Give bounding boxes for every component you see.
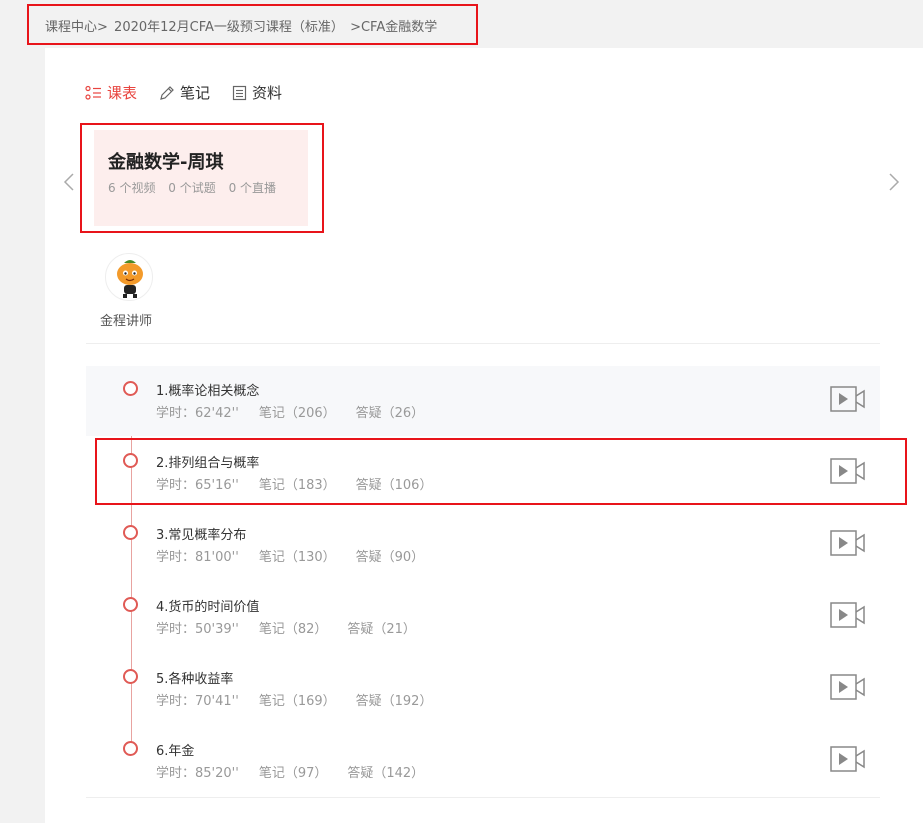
chevron-right-icon — [889, 173, 900, 191]
quiz-count: 0 个试题 — [168, 181, 216, 195]
course-card[interactable]: 金融数学-周琪 6 个视频 0 个试题 0 个直播 — [94, 130, 308, 226]
lesson-meta: 学时：70'41'' 笔记（169） 答疑（192） — [156, 690, 432, 709]
lesson-qa-count: 答疑（106） — [355, 478, 433, 493]
mascot-avatar-image — [117, 260, 143, 298]
pencil-icon — [159, 85, 175, 101]
lesson-title: 3.常见概率分布 — [156, 528, 247, 543]
lesson-duration: 学时：50'39'' — [156, 622, 239, 637]
lesson-item[interactable]: 5.各种收益率 学时：70'41'' 笔记（169） 答疑（192） — [86, 654, 880, 724]
breadcrumb-home-link[interactable]: 课程中心> — [45, 20, 108, 35]
lesson-meta: 学时：85'20'' 笔记（97） 答疑（142） — [156, 762, 424, 781]
lesson-notes-count: 笔记（169） — [258, 694, 336, 709]
video-camera-icon[interactable] — [830, 673, 866, 705]
lesson-duration: 学时：81'00'' — [156, 550, 239, 565]
video-camera-icon[interactable] — [830, 529, 866, 561]
lesson-notes-count: 笔记（183） — [258, 478, 336, 493]
breadcrumb-course-link[interactable]: 2020年12月CFA一级预习课程（标准） — [114, 20, 344, 35]
divider — [86, 797, 880, 798]
lesson-qa-count: 答疑（21） — [347, 622, 416, 637]
lesson-qa-count: 答疑（192） — [355, 694, 433, 709]
video-count: 6 个视频 — [108, 181, 156, 195]
carousel-next-arrow[interactable] — [888, 172, 900, 196]
lesson-duration: 学时：85'20'' — [156, 766, 239, 781]
breadcrumb-current: >CFA金融数学 — [350, 20, 438, 35]
lesson-qa-count: 答疑（90） — [355, 550, 425, 565]
lesson-title: 5.各种收益率 — [156, 672, 234, 687]
lesson-title: 4.货币的时间价值 — [156, 600, 260, 615]
lesson-item[interactable]: 3.常见概率分布 学时：81'00'' 笔记（130） 答疑（90） — [86, 510, 880, 580]
breadcrumb: 课程中心> 2020年12月CFA一级预习课程（标准） >CFA金融数学 — [45, 16, 439, 35]
timeline-dot — [123, 741, 138, 756]
tab-materials-label: 资料 — [252, 84, 283, 102]
lesson-item[interactable]: 6.年金 学时：85'20'' 笔记（97） 答疑（142） — [86, 726, 880, 796]
lesson-item[interactable]: 2.排列组合与概率 学时：65'16'' 笔记（183） 答疑（106） — [86, 438, 880, 508]
course-title: 金融数学-周琪 — [108, 152, 224, 173]
course-stats: 6 个视频 0 个试题 0 个直播 — [108, 179, 285, 196]
timeline-dot — [123, 453, 138, 468]
lesson-notes-count: 笔记（206） — [258, 406, 336, 421]
chevron-left-icon — [63, 173, 74, 191]
lesson-notes-count: 笔记（82） — [258, 622, 328, 637]
tab-notes[interactable]: 笔记 — [159, 82, 210, 103]
lesson-item[interactable]: 1.概率论相关概念 学时：62'42'' 笔记（206） 答疑（26） — [86, 366, 880, 436]
video-camera-icon[interactable] — [830, 385, 866, 417]
lesson-duration: 学时：70'41'' — [156, 694, 239, 709]
lesson-qa-count: 答疑（142） — [347, 766, 425, 781]
timeline-dot — [123, 525, 138, 540]
avatar[interactable] — [105, 253, 153, 301]
course-panel: 课表 笔记 资料 金融数学-周琪 6 个视频 0 个试题 0 个直播 金程讲师 … — [45, 48, 923, 823]
tab-bar: 课表 笔记 资料 — [85, 82, 282, 103]
video-camera-icon[interactable] — [830, 457, 866, 489]
live-count: 0 个直播 — [228, 181, 277, 195]
timeline-dot — [123, 597, 138, 612]
lesson-duration: 学时：62'42'' — [156, 406, 239, 421]
tab-notes-label: 笔记 — [180, 84, 211, 102]
lesson-meta: 学时：81'00'' 笔记（130） 答疑（90） — [156, 546, 424, 565]
tab-schedule[interactable]: 课表 — [85, 82, 137, 103]
carousel-prev-arrow[interactable] — [63, 172, 75, 196]
lesson-meta: 学时：50'39'' 笔记（82） 答疑（21） — [156, 618, 416, 637]
lesson-meta: 学时：62'42'' 笔记（206） 答疑（26） — [156, 402, 424, 421]
lesson-duration: 学时：65'16'' — [156, 478, 239, 493]
lesson-notes-count: 笔记（130） — [258, 550, 336, 565]
divider — [86, 343, 880, 344]
timeline-dot — [123, 381, 138, 396]
document-icon — [232, 85, 247, 101]
lesson-meta: 学时：65'16'' 笔记（183） 答疑（106） — [156, 474, 432, 493]
list-icon — [85, 85, 102, 101]
tab-materials[interactable]: 资料 — [232, 82, 282, 103]
lesson-title: 1.概率论相关概念 — [156, 384, 260, 399]
video-camera-icon[interactable] — [830, 601, 866, 633]
video-camera-icon[interactable] — [830, 745, 866, 777]
timeline-dot — [123, 669, 138, 684]
teacher-name: 金程讲师 — [100, 314, 153, 329]
lesson-title: 2.排列组合与概率 — [156, 456, 260, 471]
lesson-title: 6.年金 — [156, 744, 195, 759]
lesson-notes-count: 笔记（97） — [258, 766, 328, 781]
lesson-item[interactable]: 4.货币的时间价值 学时：50'39'' 笔记（82） 答疑（21） — [86, 582, 880, 652]
tab-schedule-label: 课表 — [107, 84, 138, 102]
lesson-qa-count: 答疑（26） — [355, 406, 425, 421]
